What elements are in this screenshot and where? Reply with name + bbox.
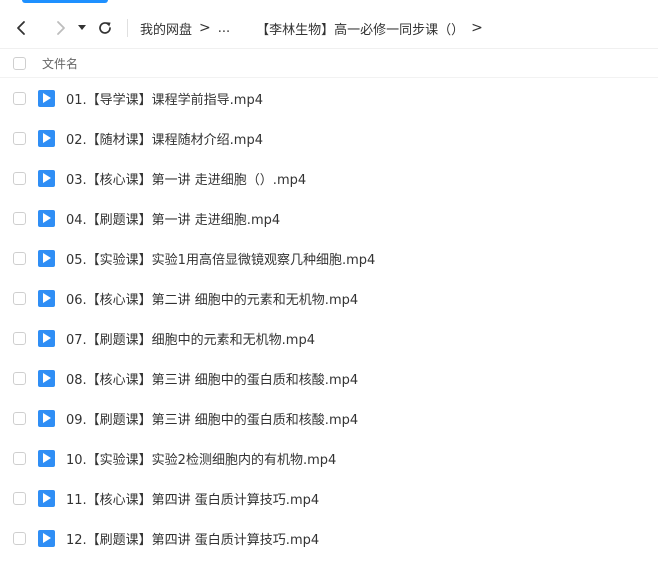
file-name[interactable]: 12.【刷题课】第四讲 蛋白质计算技巧.mp4 <box>66 529 319 548</box>
file-row[interactable]: 06.【核心课】第二讲 细胞中的元素和无机物.mp4 <box>0 278 658 318</box>
breadcrumb-current[interactable]: 【李林生物】高一必修一同步课（） <box>256 19 464 38</box>
file-row-checkbox[interactable] <box>13 451 26 465</box>
video-file-icon <box>38 129 55 147</box>
file-row[interactable]: 03.【核心课】第一讲 走进细胞（）.mp4 <box>0 158 658 198</box>
file-row-checkbox[interactable] <box>13 491 26 505</box>
refresh-icon <box>99 22 111 34</box>
file-row-checkbox[interactable] <box>13 531 26 545</box>
file-row[interactable]: 04.【刷题课】第一讲 走进细胞.mp4 <box>0 198 658 238</box>
file-name[interactable]: 06.【核心课】第二讲 细胞中的元素和无机物.mp4 <box>66 289 358 308</box>
back-button[interactable] <box>9 16 33 40</box>
breadcrumb-separator: > <box>199 20 211 36</box>
file-row-checkbox[interactable] <box>13 131 26 145</box>
file-row-checkbox[interactable] <box>13 251 26 265</box>
toolbar-divider <box>127 19 128 37</box>
file-row[interactable]: 02.【随材课】课程随材介绍.mp4 <box>0 118 658 158</box>
breadcrumb: 我的网盘 > ... 【李林生物】高一必修一同步课（） > <box>140 19 490 38</box>
caret-down-icon <box>78 25 86 30</box>
breadcrumb-root[interactable]: 我的网盘 <box>140 19 192 38</box>
file-row[interactable]: 11.【核心课】第四讲 蛋白质计算技巧.mp4 <box>0 478 658 518</box>
file-row-checkbox[interactable] <box>13 371 26 385</box>
active-tab-indicator <box>22 0 108 3</box>
breadcrumb-separator-end: > <box>471 20 483 36</box>
file-row[interactable]: 12.【刷题课】第四讲 蛋白质计算技巧.mp4 <box>0 518 658 558</box>
video-file-icon <box>38 249 55 267</box>
file-list-header: 文件名 <box>0 48 658 78</box>
file-row-checkbox[interactable] <box>13 91 26 105</box>
video-file-icon <box>38 369 55 387</box>
file-name[interactable]: 07.【刷题课】细胞中的元素和无机物.mp4 <box>66 329 315 348</box>
forward-button[interactable] <box>49 16 73 40</box>
column-header-filename[interactable]: 文件名 <box>42 55 78 72</box>
file-name[interactable]: 02.【随材课】课程随材介绍.mp4 <box>66 129 263 148</box>
file-list: 01.【导学课】课程学前指导.mp4 02.【随材课】课程随材介绍.mp4 03.【… <box>0 78 658 558</box>
file-row-checkbox[interactable] <box>13 171 26 185</box>
chevron-left-icon <box>17 21 25 35</box>
file-name[interactable]: 01.【导学课】课程学前指导.mp4 <box>66 89 263 108</box>
file-row-checkbox[interactable] <box>13 211 26 225</box>
file-row[interactable]: 09.【刷题课】第三讲 细胞中的蛋白质和核酸.mp4 <box>0 398 658 438</box>
video-file-icon <box>38 169 55 187</box>
file-row[interactable]: 05.【实验课】实验1用高倍显微镜观察几种细胞.mp4 <box>0 238 658 278</box>
video-file-icon <box>38 89 55 107</box>
select-all-checkbox[interactable] <box>13 56 26 70</box>
file-name[interactable]: 09.【刷题课】第三讲 细胞中的蛋白质和核酸.mp4 <box>66 409 358 428</box>
chevron-right-icon <box>57 21 65 35</box>
video-file-icon <box>38 449 55 467</box>
refresh-button[interactable] <box>93 16 117 40</box>
file-row[interactable]: 08.【核心课】第三讲 细胞中的蛋白质和核酸.mp4 <box>0 358 658 398</box>
file-name[interactable]: 05.【实验课】实验1用高倍显微镜观察几种细胞.mp4 <box>66 249 375 268</box>
breadcrumb-ellipsis[interactable]: ... <box>218 21 230 36</box>
toolbar: 我的网盘 > ... 【李林生物】高一必修一同步课（） > <box>0 8 658 48</box>
file-row-checkbox[interactable] <box>13 291 26 305</box>
video-file-icon <box>38 489 55 507</box>
file-name[interactable]: 10.【实验课】实验2检测细胞内的有机物.mp4 <box>66 449 336 468</box>
video-file-icon <box>38 329 55 347</box>
video-file-icon <box>38 409 55 427</box>
file-row[interactable]: 07.【刷题课】细胞中的元素和无机物.mp4 <box>0 318 658 358</box>
video-file-icon <box>38 289 55 307</box>
file-name[interactable]: 08.【核心课】第三讲 细胞中的蛋白质和核酸.mp4 <box>66 369 358 388</box>
file-name[interactable]: 11.【核心课】第四讲 蛋白质计算技巧.mp4 <box>66 489 319 508</box>
video-file-icon <box>38 209 55 227</box>
file-row-checkbox[interactable] <box>13 411 26 425</box>
file-name[interactable]: 03.【核心课】第一讲 走进细胞（）.mp4 <box>66 169 306 188</box>
file-row[interactable]: 10.【实验课】实验2检测细胞内的有机物.mp4 <box>0 438 658 478</box>
history-dropdown-button[interactable] <box>75 16 89 40</box>
file-name[interactable]: 04.【刷题课】第一讲 走进细胞.mp4 <box>66 209 280 228</box>
video-file-icon <box>38 529 55 547</box>
file-row[interactable]: 01.【导学课】课程学前指导.mp4 <box>0 78 658 118</box>
file-row-checkbox[interactable] <box>13 331 26 345</box>
